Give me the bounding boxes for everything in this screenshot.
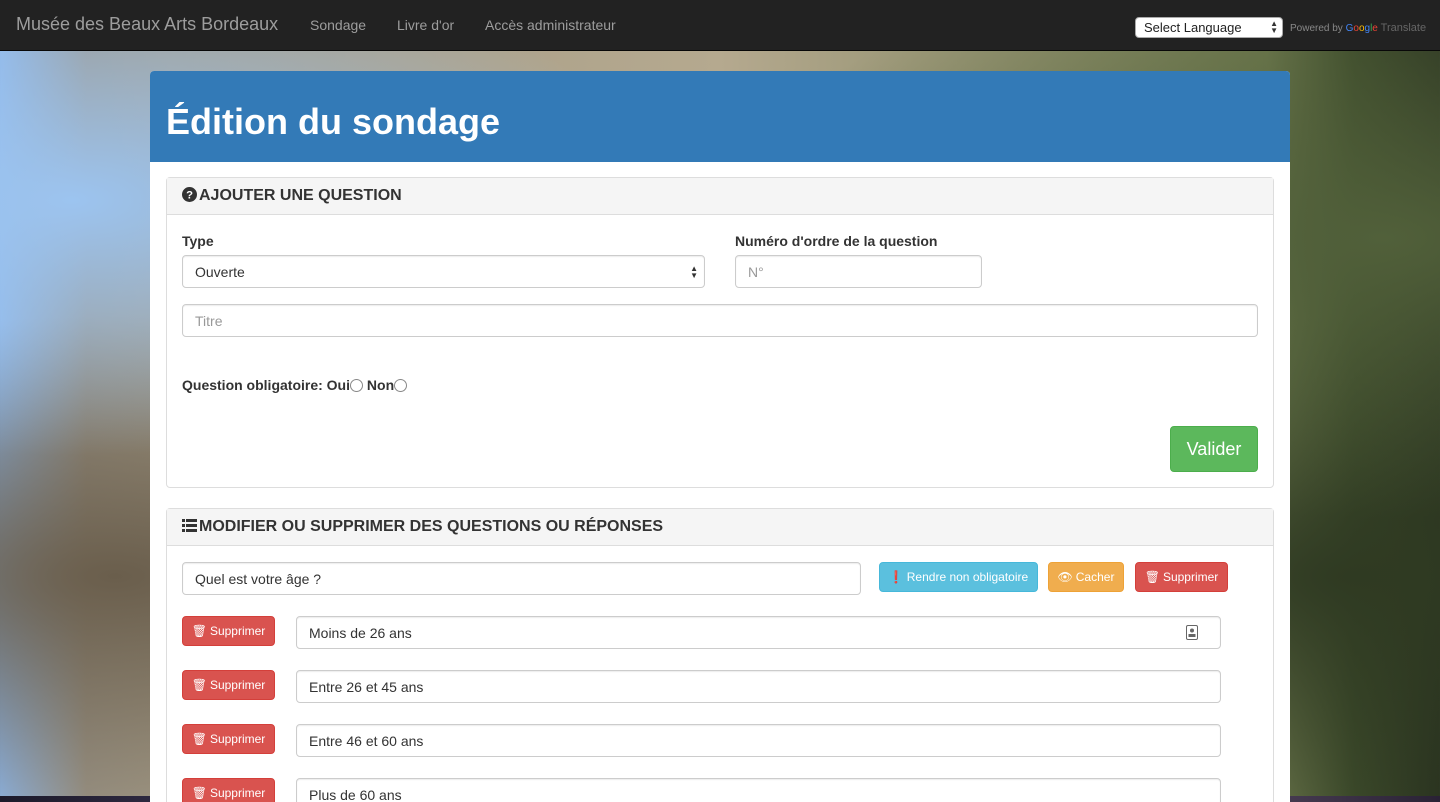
select-arrows-icon: ▲ ▼ — [690, 264, 698, 280]
question-circle-icon: ? — [182, 187, 197, 205]
delete-answer-label: Supprimer — [209, 786, 266, 800]
make-optional-button[interactable]: ❗ Rendre non obligatoire — [879, 562, 1038, 592]
question-title-input[interactable]: Titre — [182, 304, 1258, 337]
nav-admin-access[interactable]: Accès administrateur — [485, 17, 616, 33]
translate-link[interactable]: Translate — [1381, 22, 1426, 34]
order-number-input[interactable]: N° — [735, 255, 982, 288]
mandatory-yes-radio[interactable] — [350, 379, 364, 392]
hide-question-label: Cacher — [1075, 570, 1115, 584]
option-no-label: Non — [366, 377, 395, 393]
add-question-title: AJOUTER UNE QUESTION — [199, 187, 402, 204]
delete-answer-label: Supprimer — [209, 678, 266, 692]
powered-by-label: Powered by — [1290, 23, 1343, 34]
answer-input[interactable]: Plus de 60 ans — [296, 778, 1221, 802]
delete-answer-button[interactable]: 🗑 Supprimer — [182, 778, 275, 802]
language-select-value: Select Language — [1144, 20, 1242, 35]
survey-edit-panel: Édition du sondage ? AJOUTER UNE QUESTIO… — [150, 71, 1290, 802]
edit-questions-header: MODIFIER OU SUPPRIMER DES QUESTIONS OU R… — [167, 509, 1273, 546]
question-title-placeholder: Titre — [195, 313, 223, 329]
type-select-value: Ouverte — [195, 264, 245, 280]
answer-value: Plus de 60 ans — [309, 787, 402, 802]
answer-value: Entre 46 et 60 ans — [309, 733, 424, 749]
answer-input[interactable]: Entre 26 et 45 ans — [296, 670, 1221, 703]
type-select[interactable]: Ouverte ▲ ▼ — [182, 255, 705, 288]
nav-sondage[interactable]: Sondage — [310, 17, 366, 33]
edit-questions-section: MODIFIER OU SUPPRIMER DES QUESTIONS OU R… — [166, 508, 1274, 802]
trash-icon: 🗑 — [191, 732, 207, 746]
add-question-section: ? AJOUTER UNE QUESTION Type Ouverte ▲ ▼ N… — [166, 177, 1274, 488]
mandatory-no-radio[interactable] — [394, 379, 408, 392]
order-number-placeholder: N° — [748, 264, 764, 280]
brand-link[interactable]: Musée des Beaux Arts Bordeaux — [16, 14, 278, 35]
answer-input[interactable]: Moins de 26 ans — [296, 616, 1221, 649]
page-title: Édition du sondage — [166, 101, 500, 142]
delete-answer-label: Supprimer — [209, 732, 266, 746]
answer-input[interactable]: Entre 46 et 60 ans — [296, 724, 1221, 757]
trash-icon: 🗑 — [1144, 570, 1160, 584]
contact-card-icon — [1186, 625, 1198, 643]
mandatory-question-field: Question obligatoire: Oui Non — [182, 377, 408, 393]
hide-question-button[interactable]: 👁 Cacher — [1048, 562, 1124, 592]
delete-answer-label: Supprimer — [209, 624, 266, 638]
navbar: Musée des Beaux Arts Bordeaux Sondage Li… — [0, 0, 1440, 51]
nav-livre-dor[interactable]: Livre d'or — [397, 17, 454, 33]
powered-by-google-translate: Powered by Google Translate — [1290, 22, 1426, 34]
trash-icon: 🗑 — [191, 786, 207, 800]
answer-value: Entre 26 et 45 ans — [309, 679, 424, 695]
eye-slash-icon: 👁 — [1057, 570, 1073, 584]
edit-questions-title: MODIFIER OU SUPPRIMER DES QUESTIONS OU R… — [199, 518, 664, 535]
delete-answer-button[interactable]: 🗑 Supprimer — [182, 670, 275, 700]
type-label: Type — [182, 233, 214, 249]
svg-text:?: ? — [186, 190, 193, 202]
mandatory-label: Question obligatoire: — [182, 377, 323, 393]
exclamation-circle-icon: ❗ — [888, 570, 904, 584]
list-icon — [182, 518, 197, 536]
delete-question-button[interactable]: 🗑 Supprimer — [1135, 562, 1228, 592]
delete-question-label: Supprimer — [1162, 570, 1219, 584]
submit-question-button[interactable]: Valider — [1170, 426, 1258, 472]
language-select[interactable]: Select Language ▲ ▼ — [1135, 17, 1283, 38]
make-optional-label: Rendre non obligatoire — [906, 570, 1029, 584]
add-question-header: ? AJOUTER UNE QUESTION — [167, 178, 1273, 215]
question-text-value: Quel est votre âge ? — [195, 571, 322, 587]
delete-answer-button[interactable]: 🗑 Supprimer — [182, 616, 275, 646]
answer-value: Moins de 26 ans — [309, 625, 412, 641]
panel-header: Édition du sondage — [150, 71, 1290, 162]
delete-answer-button[interactable]: 🗑 Supprimer — [182, 724, 275, 754]
trash-icon: 🗑 — [191, 624, 207, 638]
select-arrows-icon: ▲ ▼ — [1270, 19, 1278, 35]
question-text-input[interactable]: Quel est votre âge ? — [182, 562, 861, 595]
option-yes-label: Oui — [326, 377, 351, 393]
order-label: Numéro d'ordre de la question — [735, 233, 938, 249]
trash-icon: 🗑 — [191, 678, 207, 692]
google-logo: Google — [1345, 23, 1378, 34]
